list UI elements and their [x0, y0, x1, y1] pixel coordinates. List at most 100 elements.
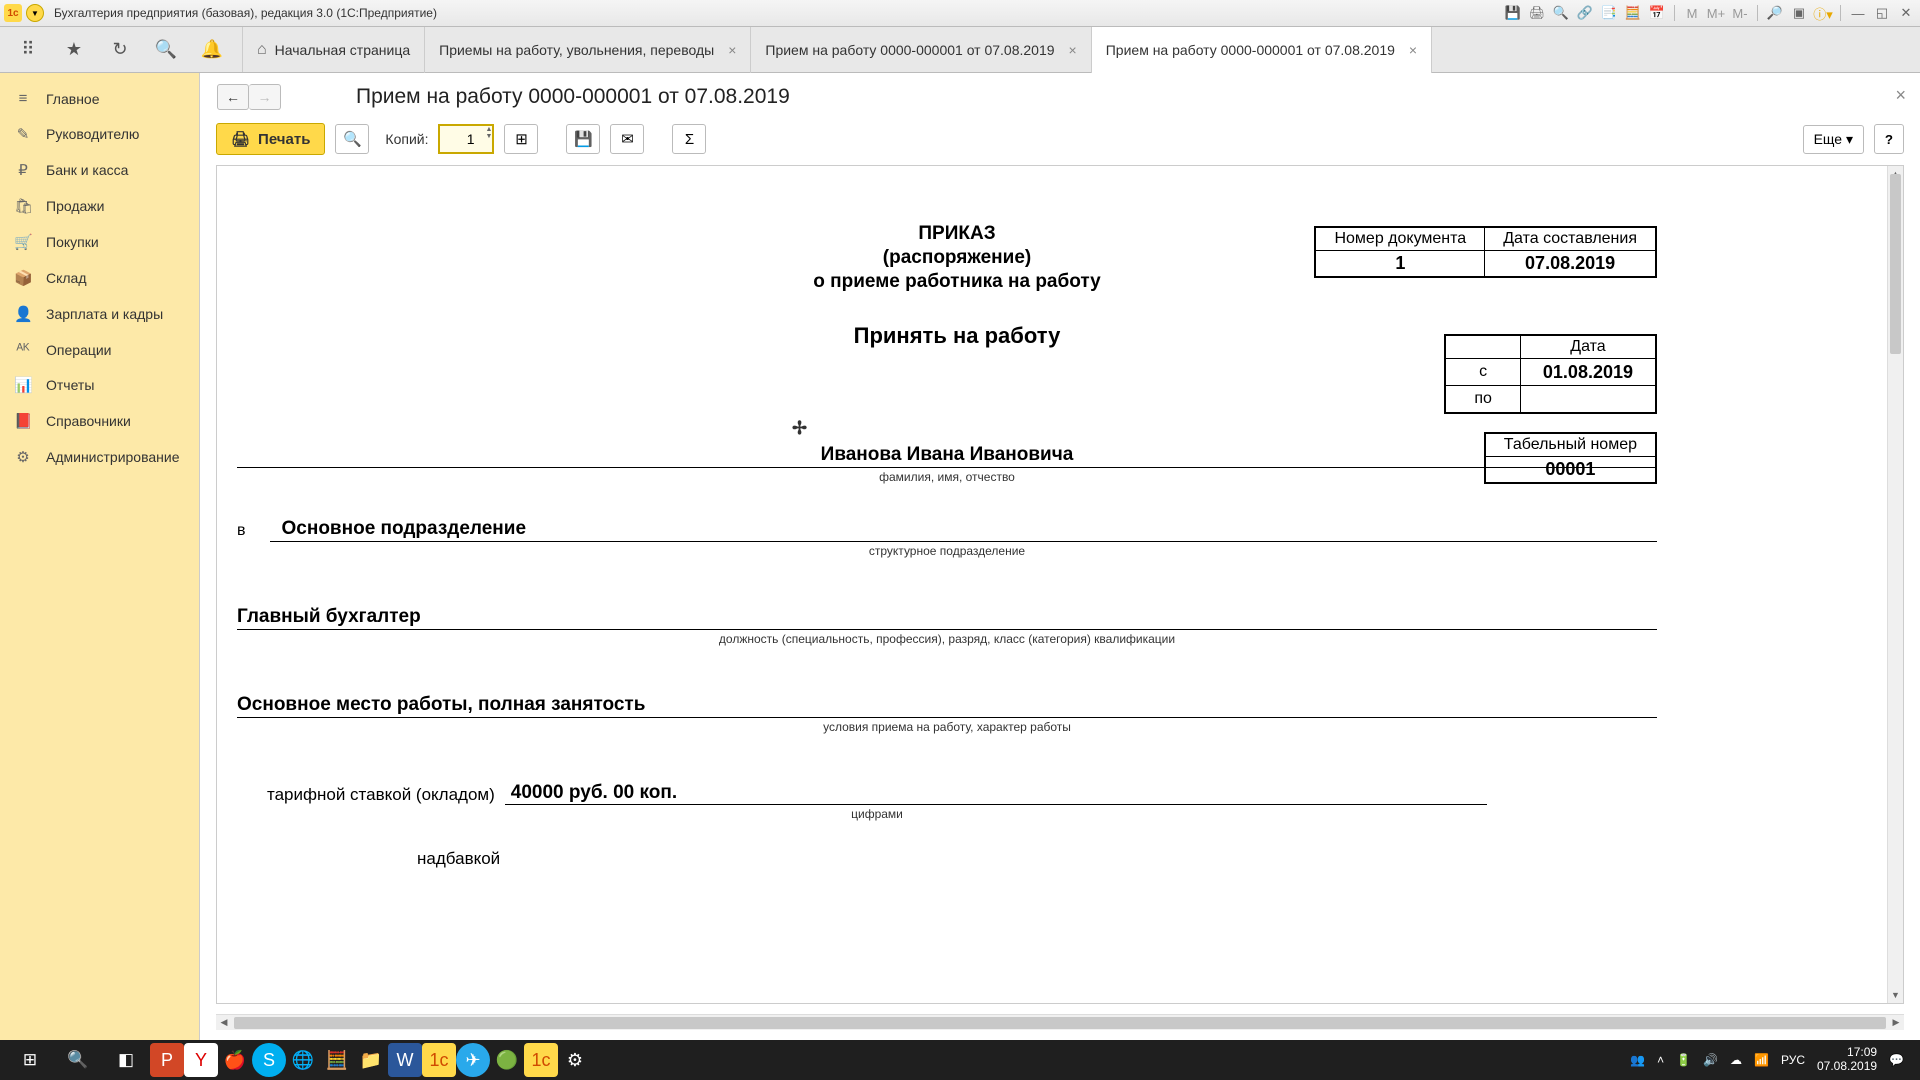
sidebar-label: Отчеты: [46, 377, 94, 393]
calculator-icon[interactable]: 🧮: [1623, 3, 1643, 23]
sidebar-item-reports[interactable]: 📊 Отчеты: [0, 367, 199, 403]
calendar-icon[interactable]: 📅: [1647, 3, 1667, 23]
main-area: ≡Главное ✎Руководителю ₽Банк и касса 🛍Пр…: [0, 73, 1920, 1040]
sidebar-item-catalogs[interactable]: 📕Справочники: [0, 403, 199, 439]
document-body[interactable]: Номер документаДата составления 107.08.2…: [217, 166, 1887, 1003]
sidebar-item-sales[interactable]: 🛍Продажи: [0, 188, 199, 224]
print-icon[interactable]: 🖨: [1527, 3, 1547, 23]
taskbar-app-explorer[interactable]: 📁: [354, 1043, 388, 1077]
scroll-thumb-h[interactable]: [234, 1017, 1886, 1029]
taskbar-app-word[interactable]: W: [388, 1043, 422, 1077]
date-to-value: [1520, 386, 1656, 414]
date-from-label: с: [1445, 359, 1520, 386]
department-sublabel: структурное подразделение: [237, 544, 1657, 558]
taskbar-app-yandex[interactable]: Y: [184, 1043, 218, 1077]
tab-home-label: Начальная страница: [275, 42, 410, 58]
taskbar-app-settings[interactable]: ⚙: [558, 1043, 592, 1077]
close-window-icon[interactable]: ✕: [1896, 3, 1916, 23]
notifications-icon[interactable]: 💬: [1889, 1053, 1904, 1067]
task-view-icon[interactable]: ◧: [102, 1040, 150, 1080]
scroll-left-icon[interactable]: ◀: [216, 1017, 232, 1028]
edit-table-button[interactable]: ⊞: [504, 124, 538, 154]
sidebar-label: Главное: [46, 91, 100, 107]
sidebar-item-manager[interactable]: ✎Руководителю: [0, 116, 199, 152]
tab-hiring-doc-2[interactable]: Прием на работу 0000-000001 от 07.08.201…: [1092, 27, 1432, 73]
taskbar-search-icon[interactable]: 🔍: [54, 1040, 102, 1080]
taskbar-clock[interactable]: 17:09 07.08.2019: [1817, 1046, 1877, 1074]
close-icon[interactable]: ×: [728, 42, 736, 58]
meta-num-header: Номер документа: [1315, 227, 1484, 251]
sidebar-item-admin[interactable]: ⚙Администрирование: [0, 439, 199, 475]
taskbar-app-chrome[interactable]: 🟢: [490, 1043, 524, 1077]
tab-hiring-list[interactable]: Приемы на работу, увольнения, переводы ×: [425, 27, 751, 73]
taskbar-app-pomodoro[interactable]: 🍎: [218, 1043, 252, 1077]
sidebar-item-hr[interactable]: 👤Зарплата и кадры: [0, 296, 199, 332]
sidebar-item-warehouse[interactable]: 📦Склад: [0, 260, 199, 296]
conditions-value: Основное место работы, полная занятость: [237, 694, 1657, 718]
panels-icon[interactable]: ▣: [1789, 3, 1809, 23]
meta-num-value: 1: [1315, 251, 1484, 278]
tab-home[interactable]: ⌂ Начальная страница: [243, 27, 425, 73]
taskbar-app-telegram[interactable]: ✈: [456, 1043, 490, 1077]
save-icon[interactable]: 💾: [1503, 3, 1523, 23]
chart-icon: 📊: [14, 376, 32, 394]
compare-icon[interactable]: 📑: [1599, 3, 1619, 23]
print-button[interactable]: 🖨Печать: [216, 123, 325, 155]
preview-button[interactable]: 🔍: [335, 124, 369, 154]
link-icon[interactable]: 🔗: [1575, 3, 1595, 23]
save-button[interactable]: 💾: [566, 124, 600, 154]
taskbar-app-1c[interactable]: 1c: [422, 1043, 456, 1077]
tray-chevron-icon[interactable]: ˄: [1657, 1053, 1664, 1067]
nav-forward-button[interactable]: →: [249, 84, 281, 110]
battery-icon[interactable]: 🔋: [1676, 1053, 1691, 1067]
close-icon[interactable]: ×: [1069, 42, 1077, 58]
app-menu-dropdown[interactable]: ▼: [26, 4, 44, 22]
maximize-icon[interactable]: ◱: [1872, 3, 1892, 23]
scroll-thumb[interactable]: [1890, 174, 1901, 354]
sidebar-item-main[interactable]: ≡Главное: [0, 81, 199, 116]
wifi-icon[interactable]: 📶: [1754, 1053, 1769, 1067]
taskbar-app-powerpoint[interactable]: P: [150, 1043, 184, 1077]
language-indicator[interactable]: РУС: [1781, 1053, 1805, 1067]
taskbar-app-browser[interactable]: 🌐: [286, 1043, 320, 1077]
tab-hiring-doc-1[interactable]: Прием на работу 0000-000001 от 07.08.201…: [751, 27, 1091, 73]
vertical-scrollbar[interactable]: ▲ ▼: [1887, 166, 1903, 1003]
m-plus-icon[interactable]: M+: [1706, 3, 1726, 23]
taskbar-app-skype[interactable]: S: [252, 1043, 286, 1077]
history-icon[interactable]: ↻: [108, 38, 132, 62]
close-page-icon[interactable]: ×: [1895, 85, 1906, 106]
help-button[interactable]: ?: [1874, 124, 1904, 154]
m-icon[interactable]: M: [1682, 3, 1702, 23]
m-minus-icon[interactable]: M-: [1730, 3, 1750, 23]
preview-icon[interactable]: 🔍: [1551, 3, 1571, 23]
minimize-icon[interactable]: —: [1848, 3, 1868, 23]
sidebar-item-purchases[interactable]: 🛒Покупки: [0, 224, 199, 260]
start-button[interactable]: ⊞: [6, 1040, 54, 1080]
sidebar-item-operations[interactable]: ᴬᴷОперации: [0, 332, 199, 367]
sidebar-item-bank[interactable]: ₽Банк и касса: [0, 152, 199, 188]
taskbar-app-calc[interactable]: 🧮: [320, 1043, 354, 1077]
close-icon[interactable]: ×: [1409, 42, 1417, 58]
zoom-icon[interactable]: 🔎: [1765, 3, 1785, 23]
window-title: Бухгалтерия предприятия (базовая), редак…: [54, 6, 1503, 20]
people-icon[interactable]: 👥: [1630, 1053, 1645, 1067]
horizontal-scrollbar[interactable]: ◀ ▶: [216, 1014, 1904, 1030]
info-icon[interactable]: ⓘ▾: [1813, 3, 1833, 23]
sidebar-label: Банк и касса: [46, 162, 128, 178]
onedrive-icon[interactable]: ☁: [1730, 1053, 1742, 1067]
spinner-icon[interactable]: ▲▼: [486, 126, 493, 140]
bell-icon[interactable]: 🔔: [200, 38, 224, 62]
meta-date-header: Дата составления: [1485, 227, 1656, 251]
scroll-down-icon[interactable]: ▼: [1888, 987, 1903, 1003]
scroll-right-icon[interactable]: ▶: [1888, 1017, 1904, 1028]
sum-button[interactable]: Σ: [672, 124, 706, 154]
email-button[interactable]: ✉: [610, 124, 644, 154]
apps-grid-icon[interactable]: ⠿: [16, 38, 40, 62]
star-icon[interactable]: ★: [62, 38, 86, 62]
taskbar-app-1c-2[interactable]: 1c: [524, 1043, 558, 1077]
fio-sublabel: фамилия, имя, отчество: [237, 470, 1657, 484]
search-icon[interactable]: 🔍: [154, 38, 178, 62]
more-button[interactable]: Еще ▾: [1803, 125, 1864, 154]
nav-back-button[interactable]: ←: [217, 84, 249, 110]
volume-icon[interactable]: 🔊: [1703, 1053, 1718, 1067]
